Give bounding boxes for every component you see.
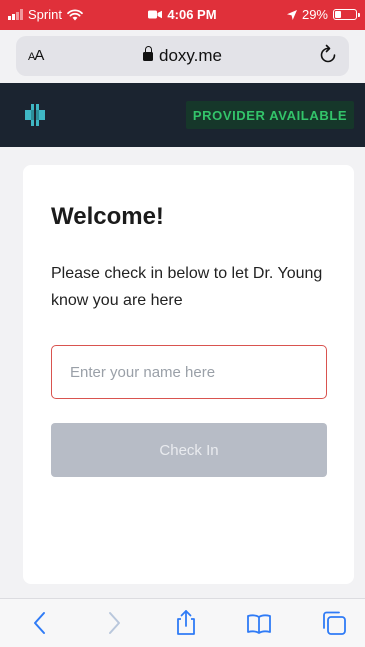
status-right: 29% xyxy=(286,7,360,22)
battery-percent: 29% xyxy=(301,7,328,22)
welcome-heading: Welcome! xyxy=(51,203,164,230)
reload-icon[interactable] xyxy=(317,44,339,66)
back-icon[interactable] xyxy=(26,609,54,637)
status-bar: Sprint 4:06 PM 29% xyxy=(0,0,365,30)
tabs-icon[interactable] xyxy=(320,609,348,637)
browser-toolbar xyxy=(0,598,365,647)
lock-icon xyxy=(143,46,153,61)
battery-fill xyxy=(335,11,341,18)
checkin-message: Please check in below to let Dr. Young k… xyxy=(51,265,323,309)
url-domain: doxy.me xyxy=(159,46,222,65)
name-input[interactable] xyxy=(51,345,327,399)
address-bar[interactable]: AA doxy.me xyxy=(16,36,349,76)
screen: Sprint 4:06 PM 29% AA doxy.me PROVIDER A… xyxy=(0,0,365,647)
doxy-logo-icon[interactable] xyxy=(23,103,47,127)
bookmarks-icon[interactable] xyxy=(245,609,273,637)
check-in-button[interactable]: Check In xyxy=(51,423,327,477)
video-camera-icon xyxy=(148,10,163,22)
app-header: PROVIDER AVAILABLE xyxy=(0,83,365,147)
browser-address-area: AA doxy.me xyxy=(0,30,365,83)
forward-icon[interactable] xyxy=(100,609,128,637)
battery-icon xyxy=(333,9,360,20)
share-icon[interactable] xyxy=(172,609,200,637)
url-display[interactable]: doxy.me xyxy=(16,46,349,66)
status-time: 4:06 PM xyxy=(167,7,217,22)
location-arrow-icon xyxy=(286,9,297,20)
checkin-card: Welcome! Please check in below to let Dr… xyxy=(23,165,354,584)
provider-status-badge: PROVIDER AVAILABLE xyxy=(186,101,354,129)
